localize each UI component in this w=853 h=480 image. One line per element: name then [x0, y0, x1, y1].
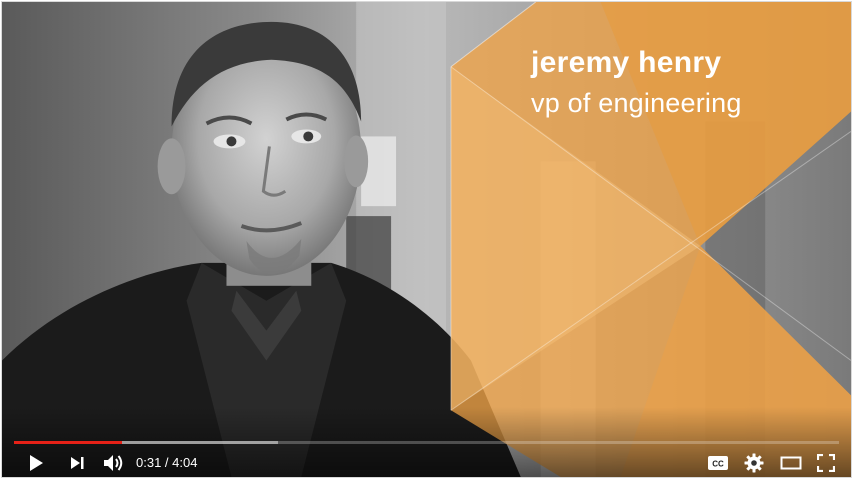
- captions-button[interactable]: CC: [704, 447, 732, 477]
- fullscreen-icon: [817, 454, 835, 472]
- fullscreen-button[interactable]: [812, 447, 840, 477]
- theater-mode-button[interactable]: [776, 447, 806, 477]
- time-separator: /: [161, 455, 173, 470]
- progress-bar[interactable]: [14, 441, 839, 444]
- play-icon: [30, 455, 43, 471]
- lower-third-overlay: jeremy henry vp of engineering: [2, 2, 851, 477]
- volume-icon: [104, 455, 123, 471]
- play-button[interactable]: [22, 447, 50, 477]
- gear-icon: [744, 453, 764, 473]
- video-player[interactable]: jeremy henry vp of engineering 0:31 / 4:…: [1, 1, 852, 478]
- volume-button[interactable]: [100, 447, 128, 477]
- captions-label: CC: [712, 460, 724, 469]
- next-icon: [71, 457, 84, 469]
- duration: 4:04: [172, 455, 198, 470]
- captions-icon: CC: [708, 456, 728, 470]
- settings-button[interactable]: [740, 447, 768, 477]
- time-display: 0:31 / 4:04: [136, 455, 197, 470]
- speaker-name: jeremy henry: [531, 46, 722, 79]
- player-controls: 0:31 / 4:04 CC: [2, 447, 851, 477]
- progress-played: [14, 441, 123, 444]
- theater-mode-icon: [780, 456, 802, 470]
- next-button[interactable]: [64, 447, 90, 477]
- current-time: 0:31: [136, 455, 162, 470]
- speaker-role: vp of engineering: [531, 88, 742, 118]
